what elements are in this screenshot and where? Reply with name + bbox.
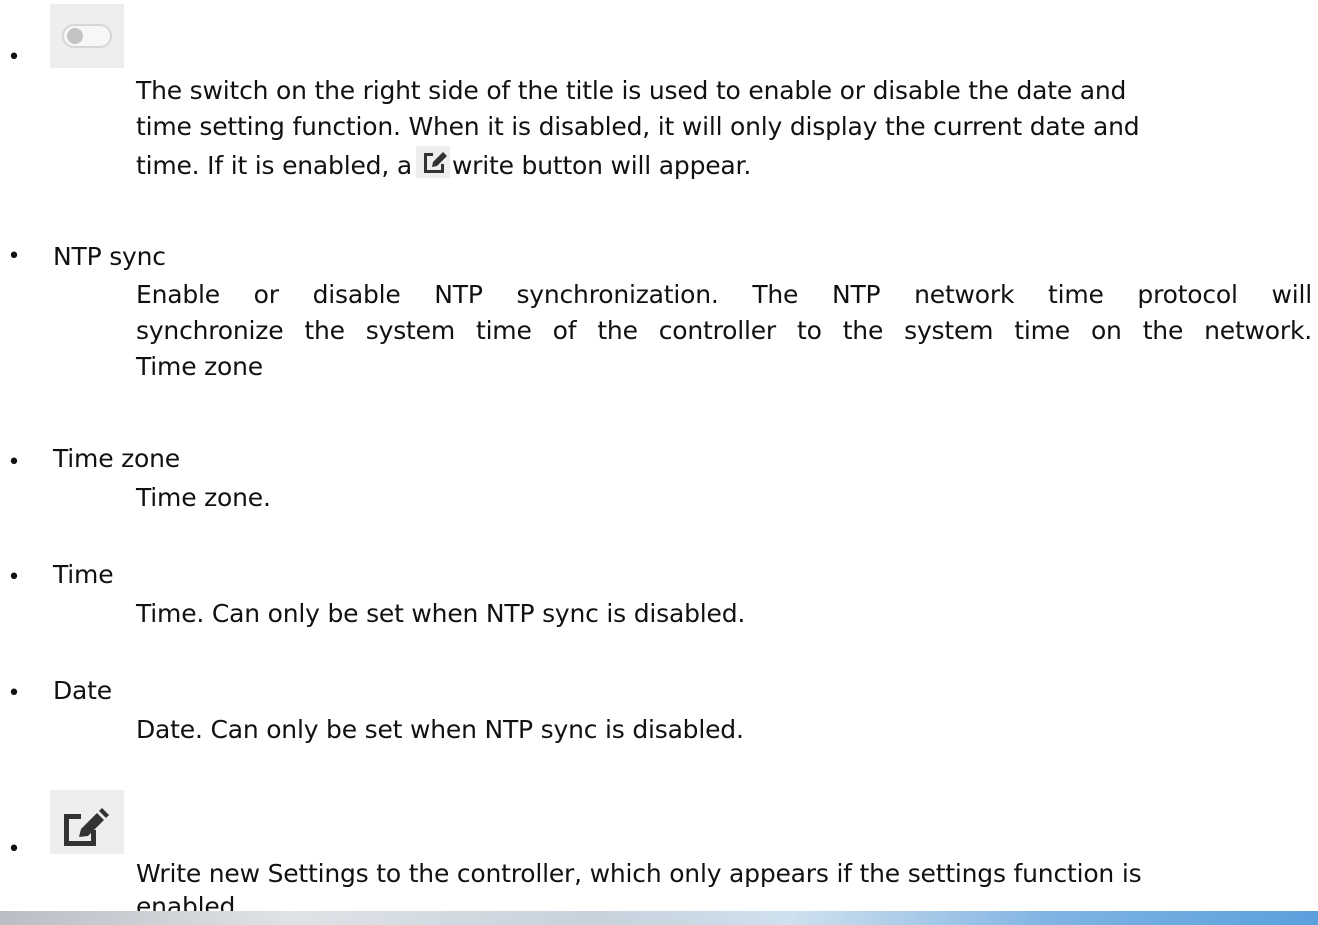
bullet: • — [7, 565, 21, 590]
edit-icon — [50, 790, 124, 854]
item-description: Time zone. — [136, 480, 271, 516]
bullet: • — [7, 837, 21, 862]
item-description: Date. Can only be set when NTP sync is d… — [136, 712, 744, 748]
item-description: Enable or disable NTP synchronization. T… — [136, 277, 1312, 385]
item-term: Date — [53, 676, 112, 705]
description-line: synchronize the system time of the contr… — [136, 316, 1312, 345]
description-line: Time zone — [136, 352, 263, 381]
bullet: • — [7, 45, 21, 70]
item-term: NTP sync — [53, 242, 166, 271]
bullet: • — [7, 450, 21, 475]
item-description: Time. Can only be set when NTP sync is d… — [136, 596, 745, 632]
description-line: Time zone. — [136, 483, 271, 512]
description-line: Enable or disable NTP synchronization. T… — [136, 280, 1312, 309]
toggle-switch-icon — [50, 4, 124, 68]
document-page: • The switch on the right side of the ti… — [0, 0, 1318, 925]
description-line: time setting function. When it is disabl… — [136, 112, 1140, 141]
description-line: Write new Settings to the controller, wh… — [136, 859, 1142, 888]
item-term: Time — [53, 560, 114, 589]
bullet: • — [7, 244, 21, 269]
item-description: The switch on the right side of the titl… — [136, 73, 1140, 187]
edit-icon — [415, 146, 450, 178]
bottom-edge-strip — [0, 911, 1318, 925]
description-line: Date. Can only be set when NTP sync is d… — [136, 715, 744, 744]
description-line: Time. Can only be set when NTP sync is d… — [136, 599, 746, 628]
toggle-track — [62, 24, 112, 48]
description-line: The switch on the right side of the titl… — [136, 76, 1127, 105]
toggle-knob — [67, 28, 83, 44]
description-text: write button will appear. — [451, 151, 752, 180]
description-line: time. If it is enabled, a write button w… — [136, 145, 1139, 187]
description-text: time. If it is enabled, a — [136, 151, 412, 180]
bullet: • — [7, 681, 21, 706]
item-term: Time zone — [53, 444, 180, 473]
